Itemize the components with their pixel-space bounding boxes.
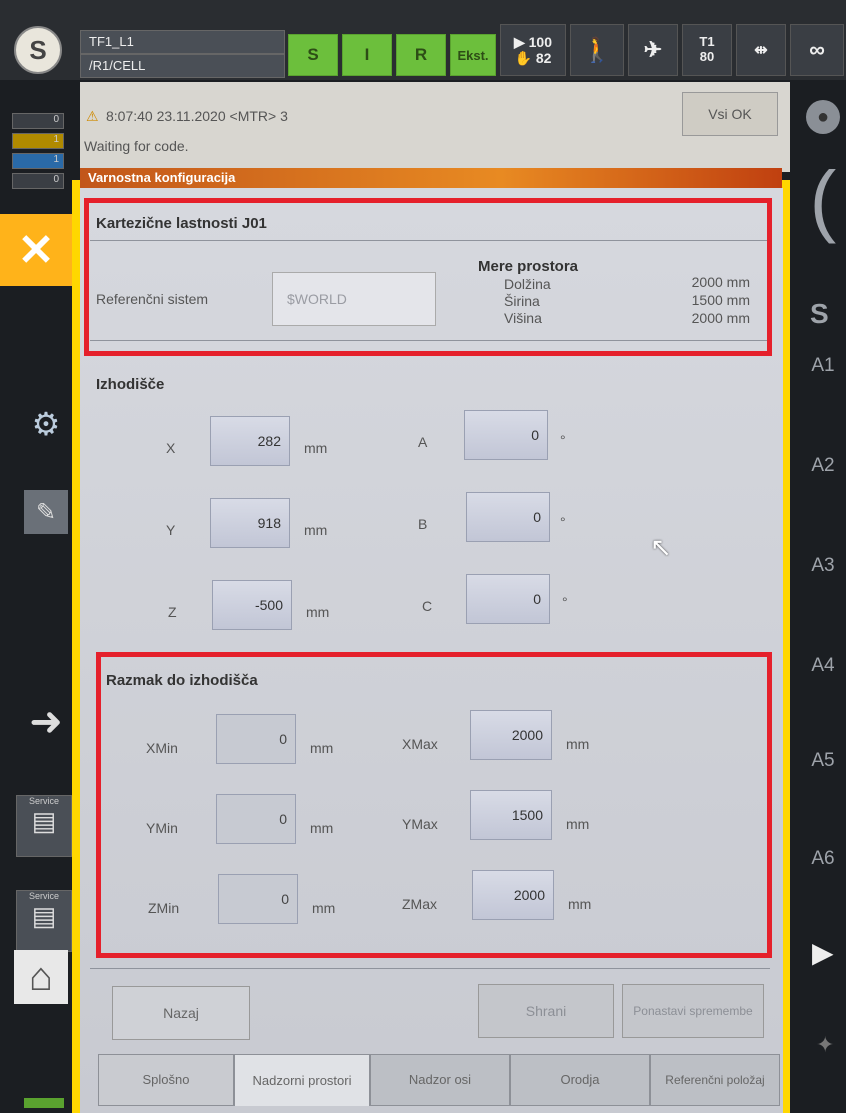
origin-b-label: B — [418, 516, 428, 532]
unit-degree: ° — [560, 432, 566, 448]
service-button-2[interactable]: Service ▤ — [16, 890, 72, 952]
axis-a6[interactable]: A6 — [800, 848, 846, 870]
origin-c-label: C — [422, 598, 433, 614]
tab-tools[interactable]: Orodja — [510, 1054, 650, 1106]
robot-small-icon: ✦ — [816, 1032, 835, 1057]
divider — [90, 968, 770, 969]
home-icon: ⌂ — [28, 954, 54, 999]
robot-name[interactable]: TF1_L1 — [80, 30, 285, 54]
submit-interpreter-button[interactable]: S — [288, 34, 338, 76]
robot-interpreter-button[interactable]: R — [396, 34, 446, 76]
reset-changes-button[interactable]: Ponastavi spremembe — [622, 984, 764, 1038]
message-text: Waiting for code. — [84, 138, 189, 154]
coordinate-system-icon[interactable]: S — [810, 298, 840, 330]
jog-icon: ✋ — [514, 50, 536, 66]
origin-a-label: A — [418, 434, 428, 450]
axis-a4[interactable]: A4 — [800, 655, 846, 677]
operating-mode-display[interactable]: T1 80 — [682, 24, 732, 76]
tab-general[interactable]: Splošno — [98, 1054, 234, 1106]
main-menu-button[interactable]: S — [14, 26, 62, 74]
origin-z-label: Z — [168, 604, 177, 620]
origin-a-field[interactable]: 0 — [464, 410, 548, 460]
jog-wheel-icon[interactable]: ( — [806, 140, 840, 260]
origin-b-field[interactable]: 0 — [466, 492, 550, 542]
origin-x-label: X — [166, 440, 176, 456]
origin-z-field[interactable]: -500 — [212, 580, 292, 630]
origin-y-label: Y — [166, 522, 176, 538]
infinity-icon[interactable]: ∞ — [790, 24, 844, 76]
message-count-ack[interactable]: 0 — [12, 173, 64, 189]
origin-x-field[interactable]: 282 — [210, 416, 290, 466]
unit-mm: mm — [304, 522, 328, 538]
window-title: Varnostna konfiguracija — [80, 168, 782, 190]
unit-mm: mm — [306, 604, 330, 620]
unit-degree: ° — [560, 514, 566, 530]
walking-person-icon[interactable]: 🚶 — [570, 24, 624, 76]
cell-name[interactable]: /R1/CELL — [80, 54, 285, 78]
play-icon: ▶ — [513, 33, 529, 50]
axis-a2[interactable]: A2 — [800, 455, 846, 477]
tab-axis-monitoring[interactable]: Nadzor osi — [370, 1054, 510, 1106]
highlight-box-properties — [84, 198, 772, 356]
settings-tool-icon[interactable]: ✎ — [24, 490, 68, 534]
axis-a3[interactable]: A3 — [800, 555, 846, 577]
origin-heading: Izhodišče — [96, 376, 165, 393]
close-window-button[interactable]: ✕ — [0, 214, 72, 286]
acknowledge-all-button[interactable]: Vsi OK — [682, 92, 778, 136]
globe-icon[interactable]: ● — [806, 100, 840, 134]
drives-button[interactable]: I — [342, 34, 392, 76]
robot-logo-icon: S — [29, 34, 47, 65]
message-count-info[interactable]: 0 — [12, 113, 64, 129]
home-button[interactable]: ⌂ — [14, 950, 68, 1004]
message-timestamp: 8:07:40 23.11.2020 <MTR> 3 — [106, 108, 288, 124]
service-icon: ▤ — [31, 901, 57, 931]
axis-a1[interactable]: A1 — [800, 355, 846, 377]
origin-c-field[interactable]: 0 — [466, 574, 550, 624]
jog-mode-icon[interactable]: ⇹ — [736, 24, 786, 76]
unit-degree: ° — [562, 594, 568, 610]
robot-arm-icon[interactable]: ✈ — [628, 24, 678, 76]
save-button[interactable]: Shrani — [478, 984, 614, 1038]
close-icon: ✕ — [17, 225, 55, 275]
highlight-box-distance — [96, 652, 772, 958]
next-arrow-icon[interactable]: ▶ — [812, 936, 842, 969]
tab-reference-position[interactable]: Referenčni položaj — [650, 1054, 780, 1106]
mouse-cursor-icon: ↖ — [650, 532, 672, 562]
origin-y-field[interactable]: 918 — [210, 498, 290, 548]
tab-monitored-spaces[interactable]: Nadzorni prostori — [234, 1054, 370, 1106]
battery-icon — [24, 1098, 64, 1108]
gear-icon[interactable]: ⚙ — [24, 402, 68, 446]
message-count-warning[interactable]: 1 — [12, 133, 64, 149]
message-count-status[interactable]: 1 — [12, 153, 64, 169]
axis-a5[interactable]: A5 — [800, 750, 846, 772]
warning-icon: ⚠ — [86, 108, 99, 124]
external-button[interactable]: Ekst. — [450, 34, 496, 76]
arrow-right-icon[interactable]: ➜ — [24, 700, 68, 744]
unit-mm: mm — [304, 440, 328, 456]
override-display[interactable]: ▶ 100 ✋ 82 — [500, 24, 566, 76]
service-icon: ▤ — [31, 806, 57, 836]
service-button-1[interactable]: Service ▤ — [16, 795, 72, 857]
back-button[interactable]: Nazaj — [112, 986, 250, 1040]
